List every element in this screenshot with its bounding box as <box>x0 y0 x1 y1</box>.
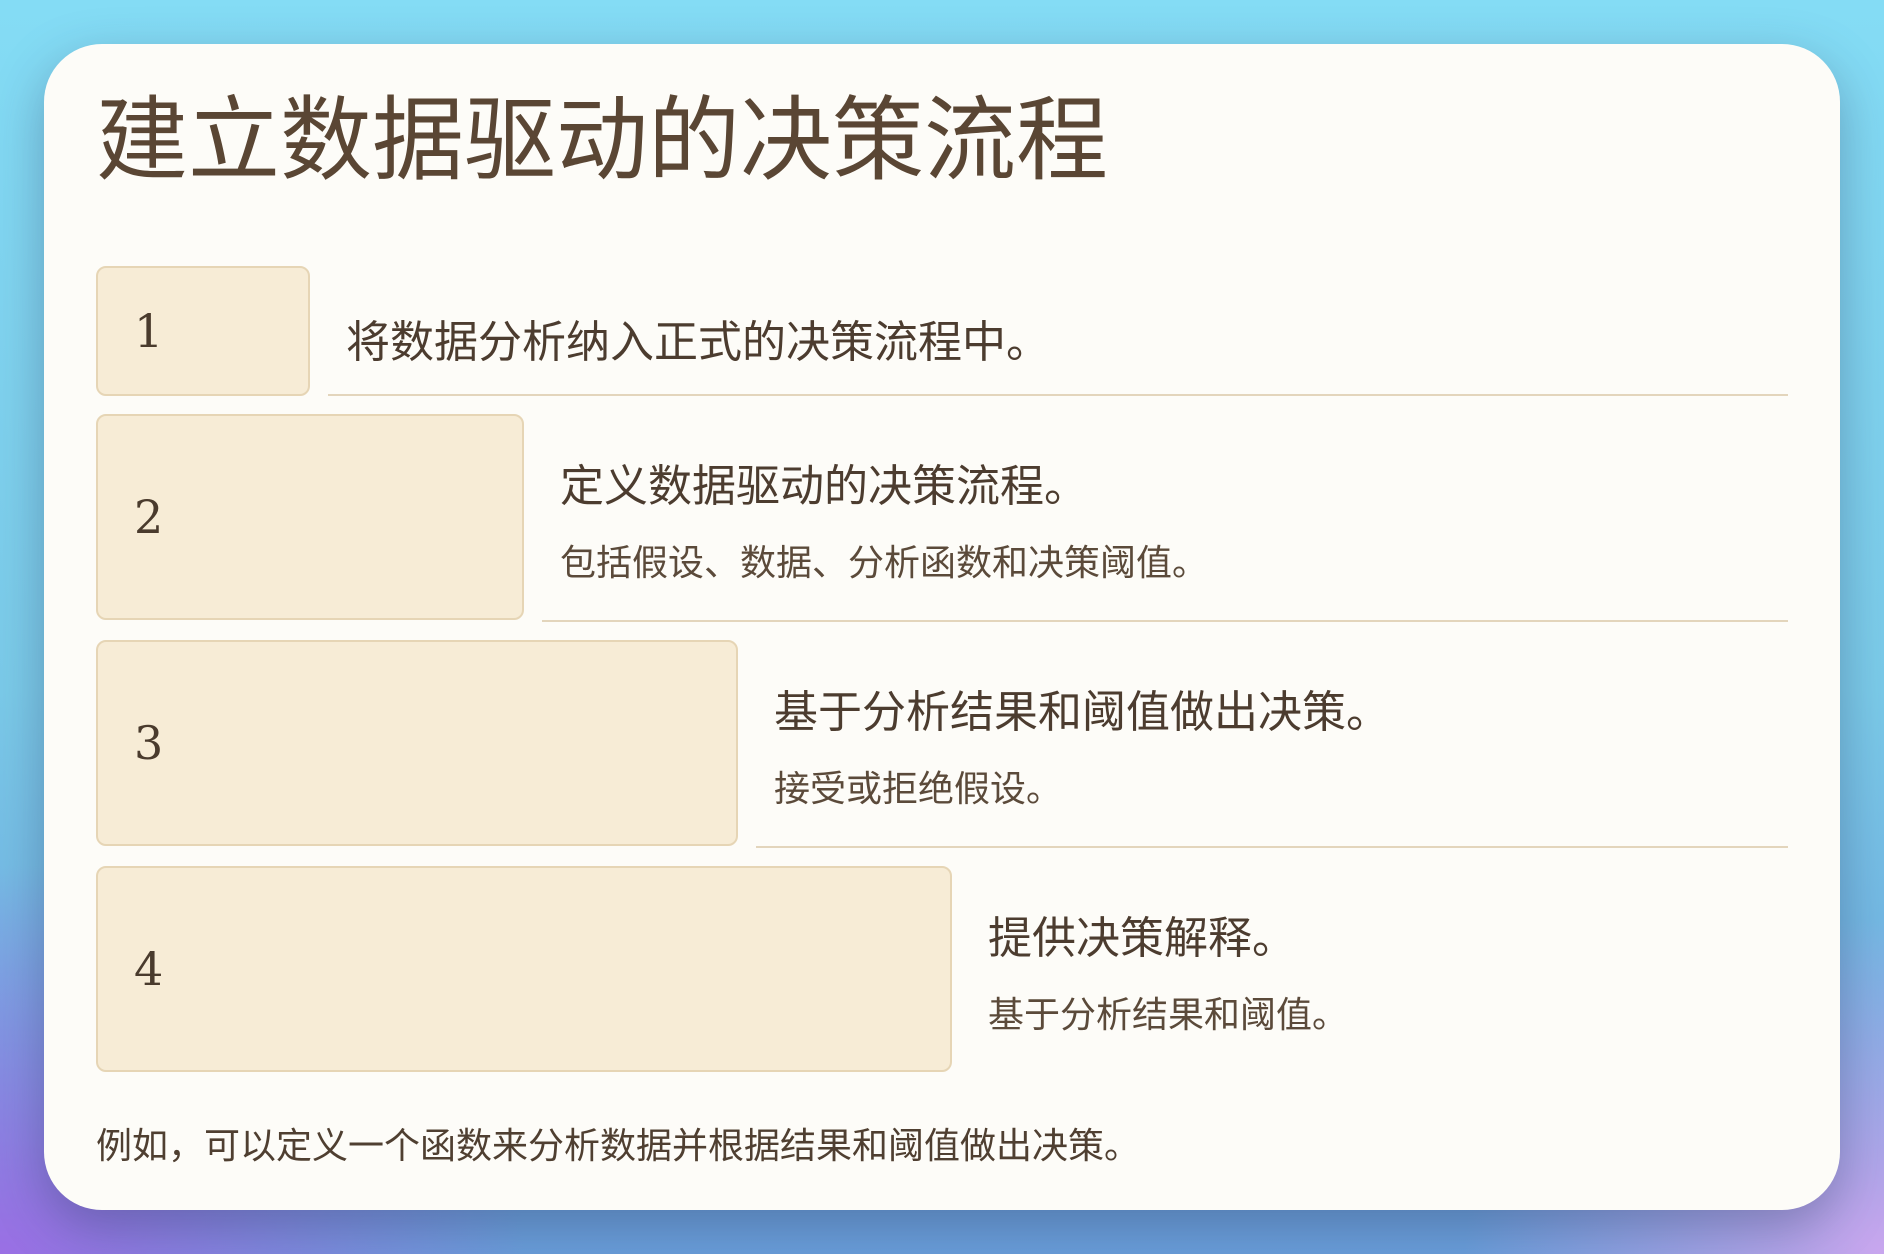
slide-card: 建立数据驱动的决策流程 1 将数据分析纳入正式的决策流程中。 2 定义数据驱动的… <box>44 44 1840 1210</box>
step-title-4: 提供决策解释。 <box>988 913 1296 964</box>
step-number-1: 1 <box>134 304 164 358</box>
step-divider-3 <box>756 846 1788 848</box>
step-number-box-1: 1 <box>96 266 310 396</box>
step-number-box-3: 3 <box>96 640 738 846</box>
step-title-3: 基于分析结果和阈值做出决策。 <box>774 687 1390 738</box>
step-title-2: 定义数据驱动的决策流程。 <box>560 461 1088 512</box>
step-divider-1 <box>328 394 1788 396</box>
step-subtitle-3: 接受或拒绝假设。 <box>774 769 1063 810</box>
step-number-2: 2 <box>134 490 164 544</box>
step-number-4: 4 <box>134 942 164 996</box>
step-divider-2 <box>542 620 1788 622</box>
step-subtitle-4: 基于分析结果和阈值。 <box>988 995 1349 1036</box>
step-title-1: 将数据分析纳入正式的决策流程中。 <box>346 317 1050 368</box>
step-subtitle-2: 包括假设、数据、分析函数和决策阈值。 <box>560 543 1209 584</box>
page-title: 建立数据驱动的决策流程 <box>96 87 1109 194</box>
example-note: 例如，可以定义一个函数来分析数据并根据结果和阈值做出决策。 <box>96 1126 1141 1167</box>
step-number-3: 3 <box>134 716 164 770</box>
step-number-box-4: 4 <box>96 866 952 1072</box>
step-number-box-2: 2 <box>96 414 524 620</box>
